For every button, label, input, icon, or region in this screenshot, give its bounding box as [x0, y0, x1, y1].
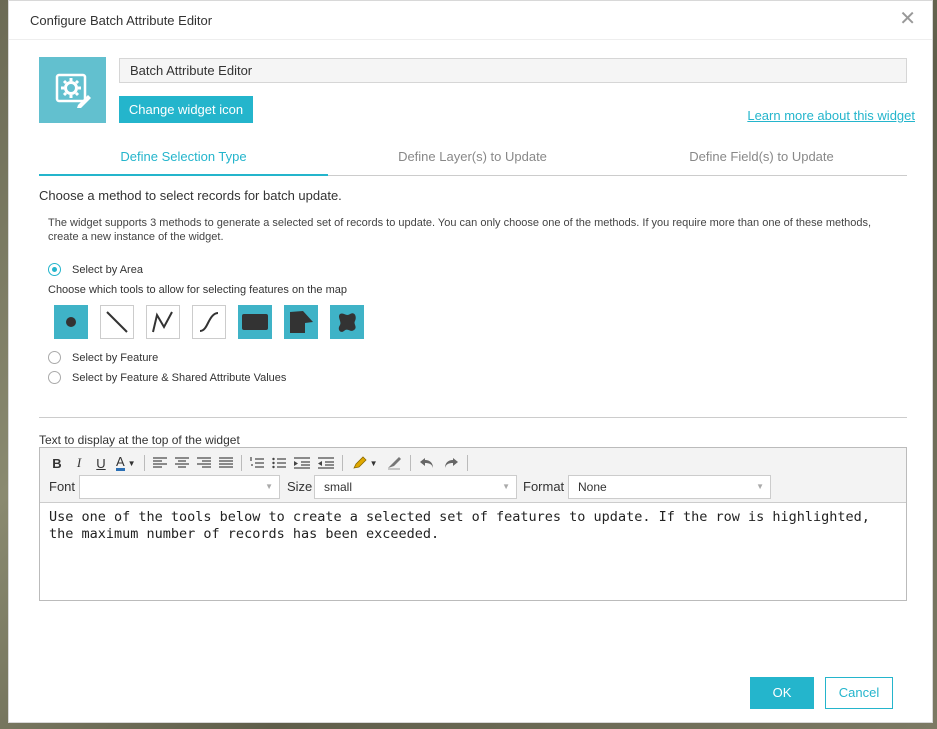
dialog-title: Configure Batch Attribute Editor [30, 13, 213, 28]
radio-button[interactable] [48, 371, 61, 384]
editor-toolbar-selects: Font ▼ Size small ▼ Format None ▼ [40, 475, 906, 499]
font-color-button[interactable]: A ▼ [116, 454, 136, 472]
undo-icon[interactable] [419, 454, 435, 472]
toolbar-separator [466, 455, 468, 471]
polyline-tool[interactable] [146, 305, 180, 339]
size-label: Size [287, 479, 313, 494]
remove-format-icon[interactable] [386, 454, 402, 472]
underline-button[interactable]: U [94, 454, 108, 472]
radio-label: Select by Feature & Shared Attribute Val… [72, 371, 287, 384]
radio-label: Select by Feature [72, 351, 159, 364]
tab-define-fields[interactable]: Define Field(s) to Update [617, 142, 906, 174]
section-divider [39, 417, 907, 418]
line-tool[interactable] [100, 305, 134, 339]
format-label: Format [523, 479, 565, 494]
align-right-icon[interactable] [196, 454, 211, 472]
close-icon[interactable]: ✕ [899, 9, 916, 29]
radio-select-by-feature-shared[interactable]: Select by Feature & Shared Attribute Val… [48, 371, 286, 384]
freehand-polygon-icon [338, 313, 356, 332]
radio-button[interactable] [48, 351, 61, 364]
configure-dialog: Configure Batch Attribute Editor ✕ Batch… [8, 0, 933, 723]
freehand-polyline-icon [199, 312, 219, 332]
toolbar-separator [341, 455, 343, 471]
radio-label: Select by Area [72, 263, 143, 276]
highlighter-icon [352, 456, 367, 469]
size-select[interactable]: small ▼ [314, 475, 517, 499]
polygon-tool[interactable] [284, 305, 318, 339]
font-select[interactable]: ▼ [79, 475, 280, 499]
selection-description: The widget supports 3 methods to generat… [48, 217, 872, 243]
chevron-down-icon: ▼ [502, 482, 510, 491]
toolbar-separator [409, 455, 411, 471]
selection-tools [54, 305, 364, 339]
editor-toolbar: B I U A ▼ ▼ Font ▼ Size small ▼ Format N… [40, 448, 906, 503]
ok-button[interactable]: OK [750, 677, 814, 709]
chevron-down-icon: ▼ [369, 458, 378, 468]
justify-icon[interactable] [218, 454, 233, 472]
font-label: Font [49, 479, 76, 494]
polygon-icon [290, 311, 313, 333]
format-select-value: None [578, 480, 607, 494]
rich-text-editor: B I U A ▼ ▼ Font ▼ Size small ▼ Format N… [39, 447, 907, 601]
rectangle-icon [242, 314, 268, 330]
editor-label: Text to display at the top of the widget [39, 433, 240, 447]
cancel-button[interactable]: Cancel [825, 677, 893, 709]
gear-edit-icon [39, 57, 106, 123]
rectangle-tool[interactable] [238, 305, 272, 339]
chevron-down-icon: ▼ [265, 482, 273, 491]
tab-define-selection-type[interactable]: Define Selection Type [39, 142, 328, 176]
learn-more-link[interactable]: Learn more about this widget [747, 108, 915, 123]
chevron-down-icon: ▼ [127, 458, 136, 468]
point-tool[interactable] [54, 305, 88, 339]
polyline-icon [152, 311, 173, 333]
highlight-color-button[interactable]: ▼ [351, 454, 378, 472]
chevron-down-icon: ▼ [756, 482, 764, 491]
tools-label: Choose which tools to allow for selectin… [48, 284, 347, 296]
freehand-polygon-tool[interactable] [330, 305, 364, 339]
tab-define-layers[interactable]: Define Layer(s) to Update [328, 142, 617, 174]
radio-button[interactable] [48, 263, 61, 276]
size-select-value: small [324, 480, 353, 494]
indent-icon[interactable] [293, 454, 310, 472]
bullet-list-icon[interactable] [271, 454, 286, 472]
align-center-icon[interactable] [174, 454, 189, 472]
toolbar-separator [143, 455, 145, 471]
config-tabs: Define Selection Type Define Layer(s) to… [39, 142, 907, 176]
italic-button[interactable]: I [72, 454, 86, 472]
radio-select-by-area[interactable]: Select by Area [48, 263, 143, 276]
numbered-list-icon[interactable] [249, 454, 264, 472]
point-icon [66, 317, 76, 327]
radio-select-by-feature[interactable]: Select by Feature [48, 351, 158, 364]
editor-content[interactable]: Use one of the tools below to create a s… [40, 503, 906, 549]
font-color-icon: A [116, 454, 125, 471]
align-left-icon[interactable] [152, 454, 167, 472]
bold-button[interactable]: B [50, 454, 64, 472]
redo-icon[interactable] [443, 454, 459, 472]
freehand-polyline-tool[interactable] [192, 305, 226, 339]
widget-name-input[interactable]: Batch Attribute Editor [119, 58, 907, 83]
change-widget-icon-button[interactable]: Change widget icon [119, 96, 253, 123]
toolbar-separator [240, 455, 242, 471]
format-select[interactable]: None ▼ [568, 475, 771, 499]
selection-heading: Choose a method to select records for ba… [39, 188, 342, 203]
line-icon [106, 311, 128, 333]
dialog-titlebar: Configure Batch Attribute Editor ✕ [9, 1, 932, 40]
outdent-icon[interactable] [317, 454, 334, 472]
